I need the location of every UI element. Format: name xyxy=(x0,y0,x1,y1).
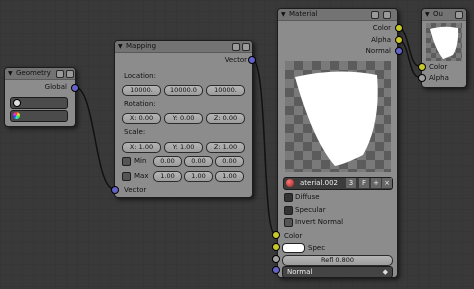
rotation-y-field[interactable]: Y: 0.00 xyxy=(164,113,203,124)
location-y-field[interactable]: 10000.0 xyxy=(164,85,203,96)
max-x-field[interactable]: 1.00 xyxy=(153,171,182,182)
scale-x-field[interactable]: X: 1.00 xyxy=(122,142,161,153)
specular-label: Specular xyxy=(295,206,326,214)
material-color-out-label: Color xyxy=(372,24,391,32)
vertex-color-field[interactable] xyxy=(10,110,68,122)
material-normal-in-socket[interactable] xyxy=(272,266,280,274)
geometry-node[interactable]: ▼ Geometry Global xyxy=(4,67,76,127)
diffuse-checkbox[interactable] xyxy=(284,193,293,202)
min-x-field[interactable]: 0.00 xyxy=(153,156,182,167)
node-preview-icon[interactable] xyxy=(56,70,64,78)
mapping-title: Mapping xyxy=(126,42,157,50)
collapse-icon[interactable]: ▼ xyxy=(118,41,123,52)
uv-map-field[interactable] xyxy=(10,97,68,109)
collapse-icon[interactable]: ▼ xyxy=(281,9,286,20)
rotation-label: Rotation: xyxy=(124,100,156,108)
material-refl-in-socket[interactable] xyxy=(272,255,280,263)
material-selector[interactable]: aterial.002 3 F + × xyxy=(283,177,393,190)
output-alpha-in-socket[interactable] xyxy=(418,74,426,82)
uv-icon xyxy=(13,99,21,107)
material-alpha-out-socket[interactable] xyxy=(395,36,403,44)
output-preview xyxy=(426,23,462,61)
material-sphere-icon xyxy=(286,179,294,187)
scale-z-field[interactable]: Z: 1.00 xyxy=(206,142,245,153)
add-material-icon[interactable]: + xyxy=(371,178,381,188)
mapping-vector-in-socket[interactable] xyxy=(111,186,119,194)
refl-slider[interactable]: Refl 0.800 xyxy=(282,255,393,266)
output-color-in-label: Color xyxy=(429,63,448,71)
node-options-icon[interactable] xyxy=(455,11,463,19)
normal-dropdown[interactable]: Normal ◆ xyxy=(282,266,393,278)
output-color-in-socket[interactable] xyxy=(418,63,426,71)
material-normal-out-label: Normal xyxy=(365,47,391,55)
material-spec-in-socket[interactable] xyxy=(272,243,280,251)
rotation-z-field[interactable]: Z: 0.00 xyxy=(206,113,245,124)
min-y-field[interactable]: 0.00 xyxy=(184,156,213,167)
min-checkbox[interactable] xyxy=(122,157,131,166)
invert-normal-checkbox[interactable] xyxy=(284,218,293,227)
unlink-material-icon[interactable]: × xyxy=(382,178,392,188)
material-name-field[interactable]: aterial.002 xyxy=(300,178,338,188)
collapse-icon[interactable]: ▼ xyxy=(425,9,430,20)
color-wheel-icon xyxy=(13,112,20,119)
geometry-global-label: Global xyxy=(44,83,67,91)
max-z-field[interactable]: 1.00 xyxy=(215,171,244,182)
location-z-field[interactable]: 10000. xyxy=(206,85,245,96)
mapping-vector-out-label: Vector xyxy=(224,56,247,64)
invert-normal-label: Invert Normal xyxy=(295,218,344,226)
output-header[interactable]: ▼ Ou xyxy=(422,9,466,21)
normal-dropdown-label: Normal xyxy=(287,268,313,276)
material-preview xyxy=(285,61,391,172)
collapse-icon[interactable]: ▼ xyxy=(8,68,13,79)
max-label: Max xyxy=(134,172,149,180)
mapping-vector-out-socket[interactable] xyxy=(248,56,256,64)
specular-checkbox[interactable] xyxy=(284,206,293,215)
fake-user-button[interactable]: F xyxy=(359,178,369,188)
output-title: Ou xyxy=(433,10,443,18)
scale-y-field[interactable]: Y: 1.00 xyxy=(164,142,203,153)
mapping-vector-in-label: Vector xyxy=(124,186,147,194)
node-options-icon[interactable] xyxy=(242,43,250,51)
max-checkbox[interactable] xyxy=(122,172,131,181)
output-alpha-in-label: Alpha xyxy=(429,74,449,82)
geometry-global-socket[interactable] xyxy=(71,84,79,92)
node-preview-icon[interactable] xyxy=(371,11,379,19)
material-normal-out-socket[interactable] xyxy=(395,47,403,55)
node-preview-icon[interactable] xyxy=(232,43,240,51)
rotation-x-field[interactable]: X: 0.00 xyxy=(122,113,161,124)
location-label: Location: xyxy=(124,72,156,80)
diffuse-label: Diffuse xyxy=(295,193,320,201)
geometry-title: Geometry xyxy=(16,69,51,77)
mapping-header[interactable]: ▼ Mapping xyxy=(115,41,252,53)
min-z-field[interactable]: 0.00 xyxy=(215,156,244,167)
material-node[interactable]: ▼ Material Color Alpha Normal aterial.00… xyxy=(277,8,398,278)
spec-label: Spec xyxy=(308,244,326,252)
material-color-out-socket[interactable] xyxy=(395,24,403,32)
max-y-field[interactable]: 1.00 xyxy=(184,171,213,182)
material-color-in-socket[interactable] xyxy=(272,231,280,239)
spec-color-swatch[interactable] xyxy=(282,243,305,253)
node-options-icon[interactable] xyxy=(66,70,74,78)
scale-label: Scale: xyxy=(124,128,146,136)
node-options-icon[interactable] xyxy=(383,11,391,19)
min-label: Min xyxy=(134,157,147,165)
material-title: Material xyxy=(289,10,318,18)
geometry-header[interactable]: ▼ Geometry xyxy=(5,68,75,80)
material-color-in-label: Color xyxy=(284,232,303,240)
mapping-node[interactable]: ▼ Mapping Vector Location: 10000. 10000.… xyxy=(114,40,253,198)
material-header[interactable]: ▼ Material xyxy=(278,9,397,21)
material-alpha-out-label: Alpha xyxy=(371,36,391,44)
output-node[interactable]: ▼ Ou Color Alpha xyxy=(421,8,467,88)
material-users-count[interactable]: 3 xyxy=(346,178,356,188)
dropdown-arrows-icon: ◆ xyxy=(382,268,388,276)
location-x-field[interactable]: 10000. xyxy=(122,85,161,96)
